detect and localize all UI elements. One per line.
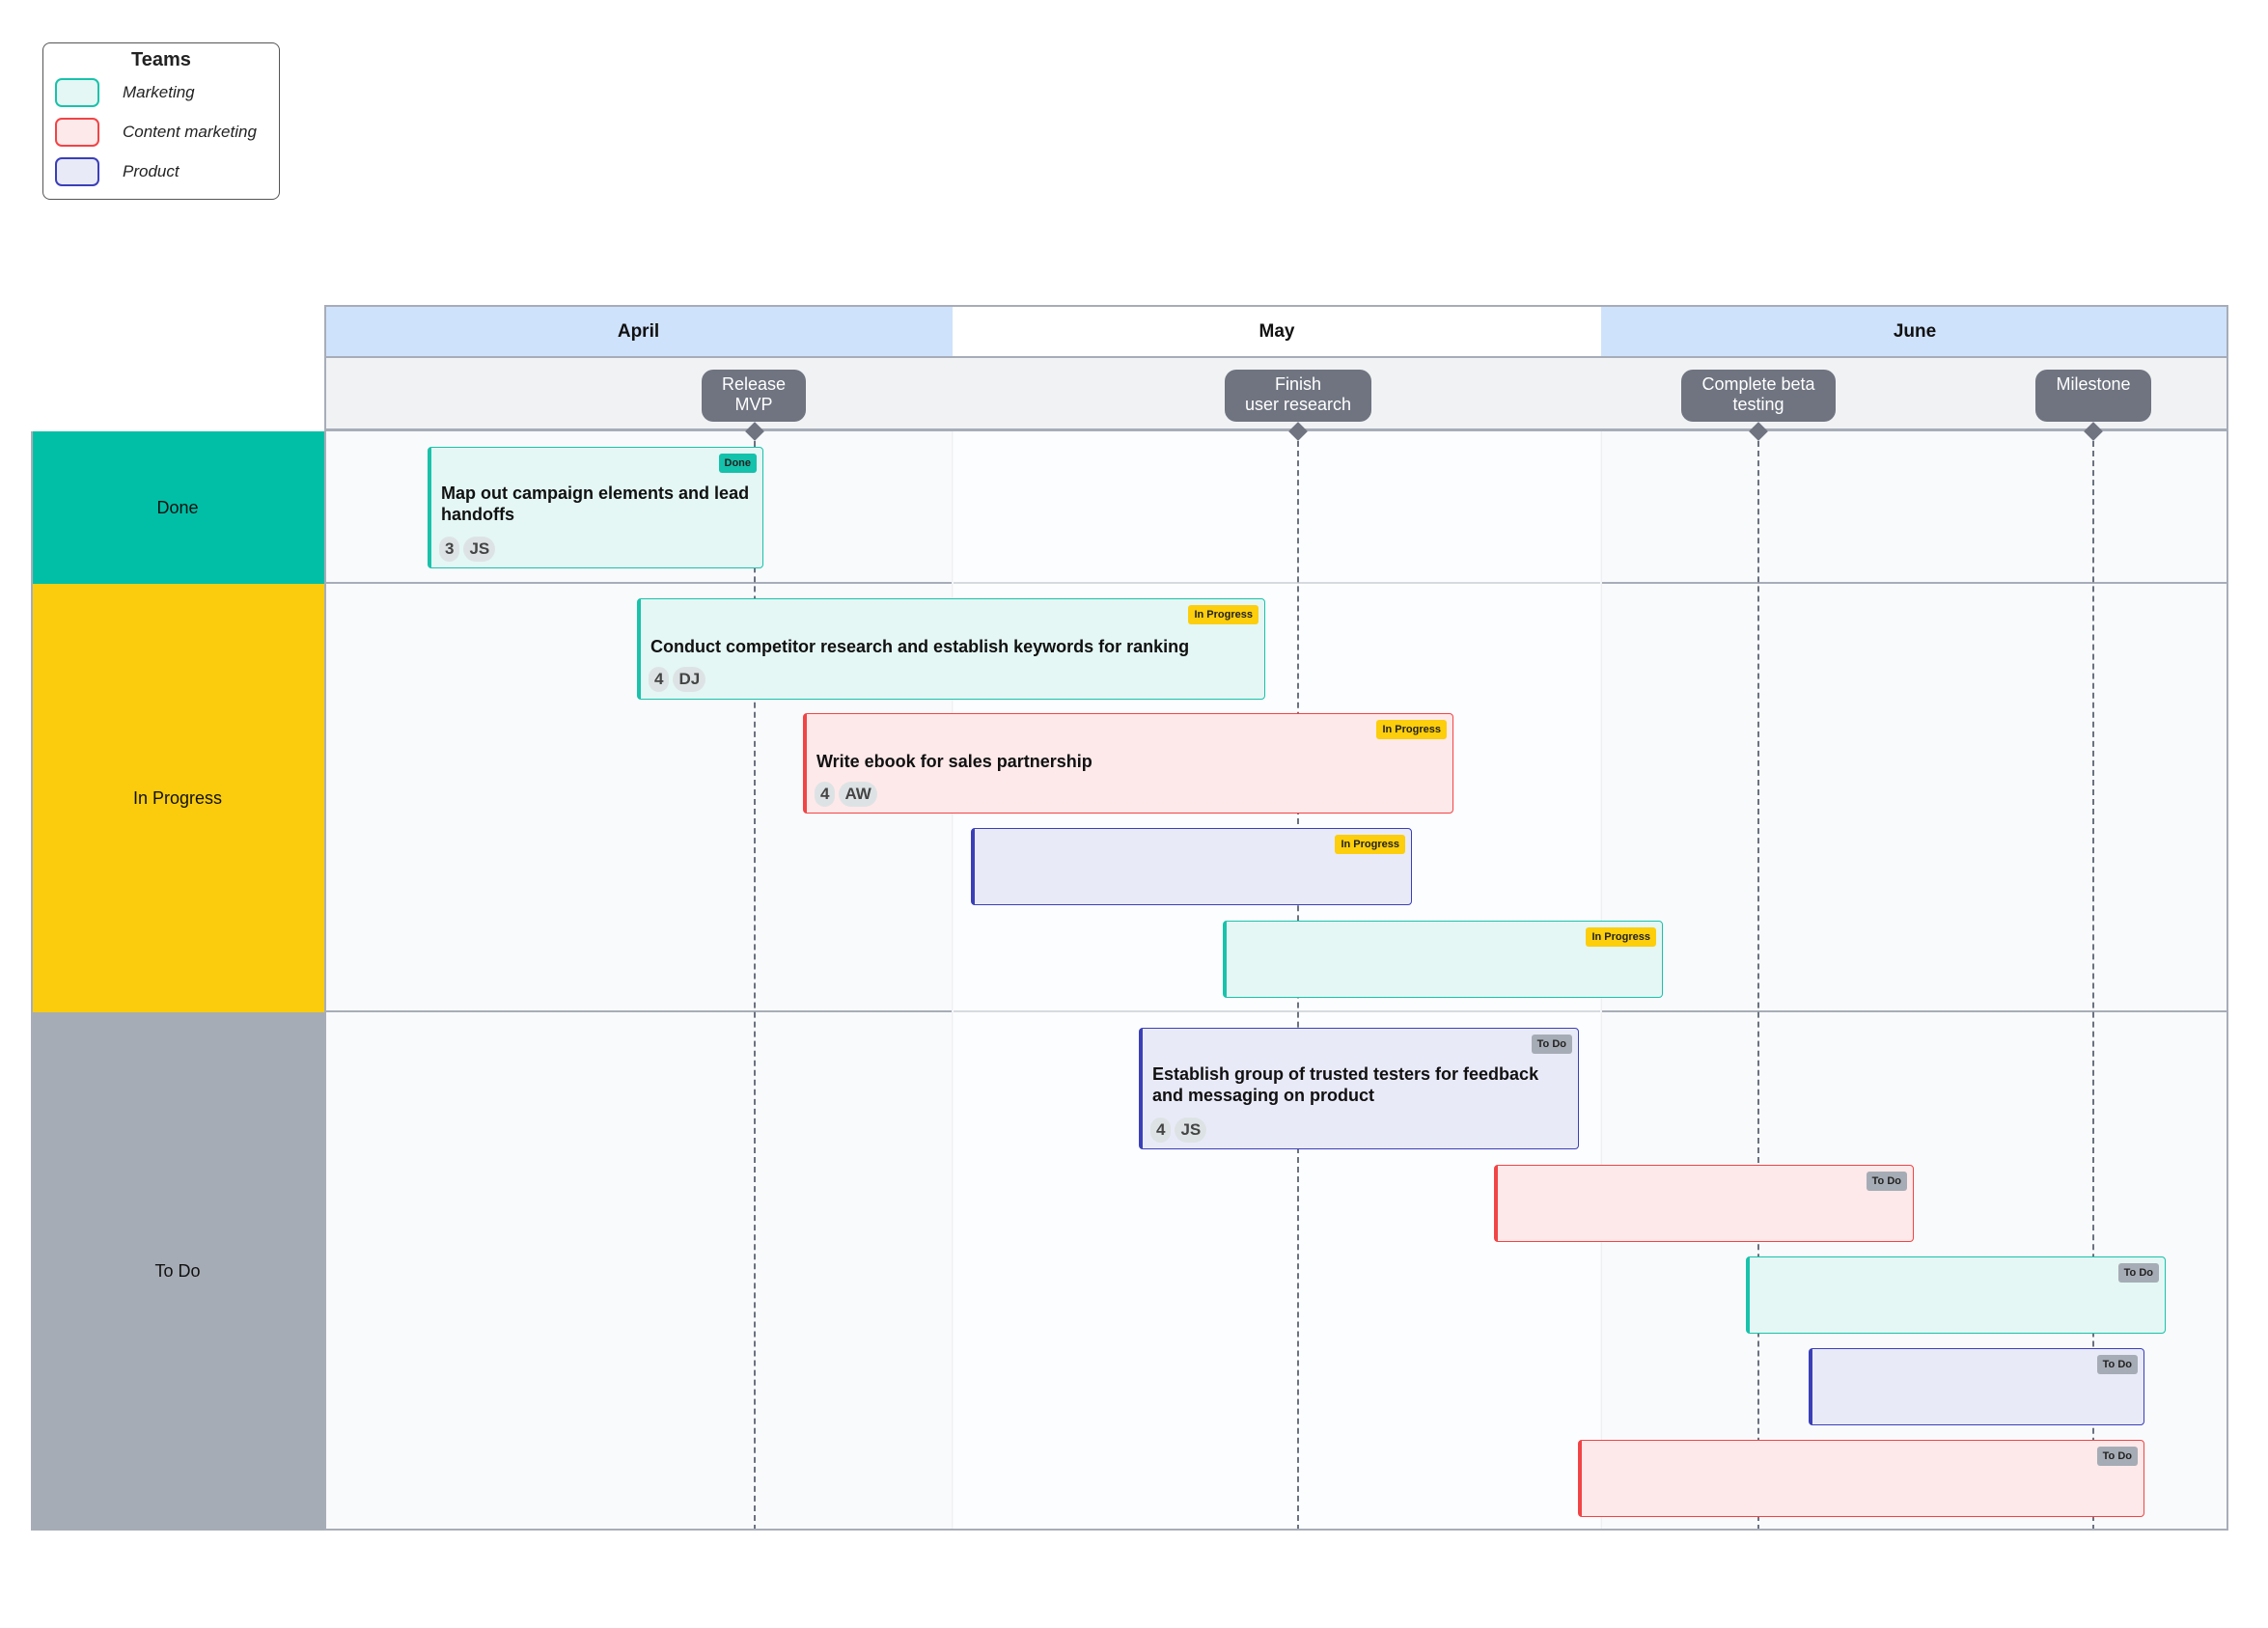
task-title: Map out campaign elements and lead hando…	[441, 483, 750, 524]
task-meta: 4 AW	[815, 782, 881, 807]
legend-title: Teams	[131, 49, 191, 70]
milestone-line	[1757, 431, 1759, 1531]
story-points: 4	[815, 782, 836, 807]
legend-swatch-product	[55, 157, 99, 186]
month-header-may: May	[953, 305, 1601, 358]
task-title: Establish group of trusted testers for f…	[1152, 1064, 1539, 1105]
task-card[interactable]: To Do Establish group of trusted testers…	[1139, 1028, 1579, 1149]
task-title: Write ebook for sales partnership	[816, 752, 1093, 771]
status-badge: In Progress	[1586, 927, 1656, 947]
task-card[interactable]: To Do	[1578, 1440, 2144, 1517]
task-card[interactable]: In Progress	[1223, 921, 1663, 998]
task-card[interactable]: To Do	[1746, 1256, 2166, 1334]
status-badge: In Progress	[1188, 605, 1258, 624]
legend-label-product: Product	[123, 162, 180, 180]
status-badge: To Do	[2117, 1263, 2159, 1283]
task-meta: 4 JS	[1150, 1118, 1210, 1143]
status-badge: To Do	[1531, 1035, 1572, 1054]
lane-in-progress: In Progress	[31, 584, 324, 1012]
assignee-avatar: JS	[1175, 1118, 1207, 1143]
task-meta: 4 DJ	[649, 667, 709, 692]
status-badge: In Progress	[1335, 835, 1405, 854]
task-card[interactable]: To Do	[1809, 1348, 2144, 1425]
legend: Teams Marketing Content marketing Produc…	[42, 42, 280, 200]
lane-done: Done	[31, 431, 324, 584]
legend-swatch-marketing	[55, 78, 99, 107]
assignee-avatar: JS	[463, 537, 496, 562]
month-header-april: April	[324, 305, 953, 358]
assignee-avatar: AW	[839, 782, 877, 807]
legend-swatch-content-marketing	[55, 118, 99, 147]
month-header-june: June	[1601, 305, 2228, 358]
milestone-release-mvp[interactable]: Release MVP	[702, 370, 806, 422]
milestone-line	[754, 431, 756, 1531]
status-badge: In Progress	[1376, 720, 1447, 739]
status-badge: To Do	[1866, 1172, 1907, 1191]
status-badge: To Do	[2096, 1355, 2138, 1374]
milestone-finish-user-research[interactable]: Finish user research	[1225, 370, 1371, 422]
story-points: 3	[439, 537, 460, 562]
task-card[interactable]: Done Map out campaign elements and lead …	[428, 447, 763, 568]
lane-to-do: To Do	[31, 1012, 324, 1531]
status-badge: To Do	[2096, 1447, 2138, 1466]
status-badge: Done	[718, 454, 757, 473]
task-card[interactable]: To Do	[1494, 1165, 1914, 1242]
legend-label-marketing: Marketing	[123, 83, 195, 101]
task-card[interactable]: In Progress Write ebook for sales partne…	[803, 713, 1453, 814]
task-card[interactable]: In Progress Conduct competitor research …	[637, 598, 1265, 700]
lane-column-border	[31, 431, 33, 1531]
task-meta: 3 JS	[439, 537, 499, 562]
task-card[interactable]: In Progress	[971, 828, 1412, 905]
milestone-complete-beta-testing[interactable]: Complete beta testing	[1681, 370, 1836, 422]
story-points: 4	[1150, 1118, 1172, 1143]
assignee-avatar: DJ	[673, 667, 706, 692]
legend-label-content-marketing: Content marketing	[123, 123, 257, 141]
milestone-generic[interactable]: Milestone	[2035, 370, 2151, 422]
story-points: 4	[649, 667, 670, 692]
task-title: Conduct competitor research and establis…	[650, 637, 1190, 656]
